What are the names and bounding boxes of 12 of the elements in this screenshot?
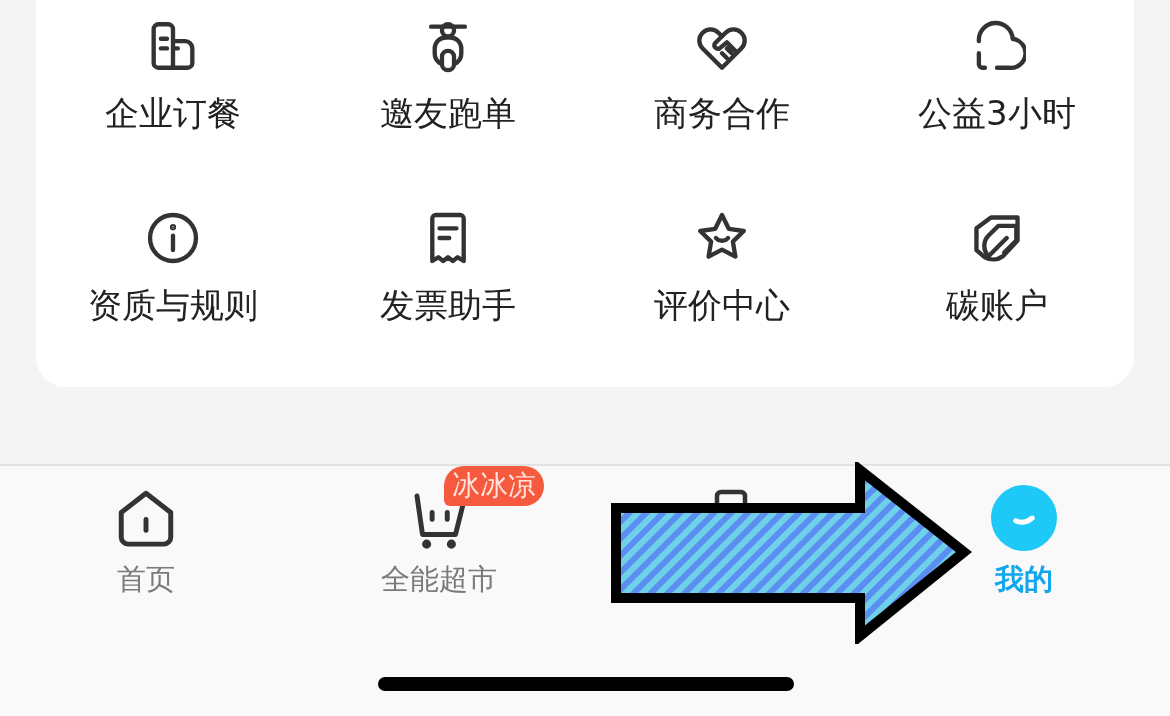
service-label[interactable]: 碳账户 [945, 283, 1048, 327]
service-label[interactable]: 商务合作 [654, 91, 791, 135]
service-label[interactable]: 评价中心 [654, 283, 791, 327]
tab[interactable]: 首页 [69, 466, 224, 597]
promo-badge: 冰冰凉 [443, 466, 544, 506]
service-label[interactable]: 资质与规则 [88, 283, 259, 327]
service-label[interactable]: 邀友跑单 [379, 91, 516, 135]
tab[interactable]: 冰冰凉 全能超市 [336, 466, 541, 597]
service-label[interactable]: 企业订餐 [105, 91, 242, 135]
service-label[interactable]: 公益3小时 [917, 91, 1076, 135]
smile-avatar-icon [990, 485, 1057, 551]
service-label[interactable]: 发票助手 [379, 283, 516, 327]
